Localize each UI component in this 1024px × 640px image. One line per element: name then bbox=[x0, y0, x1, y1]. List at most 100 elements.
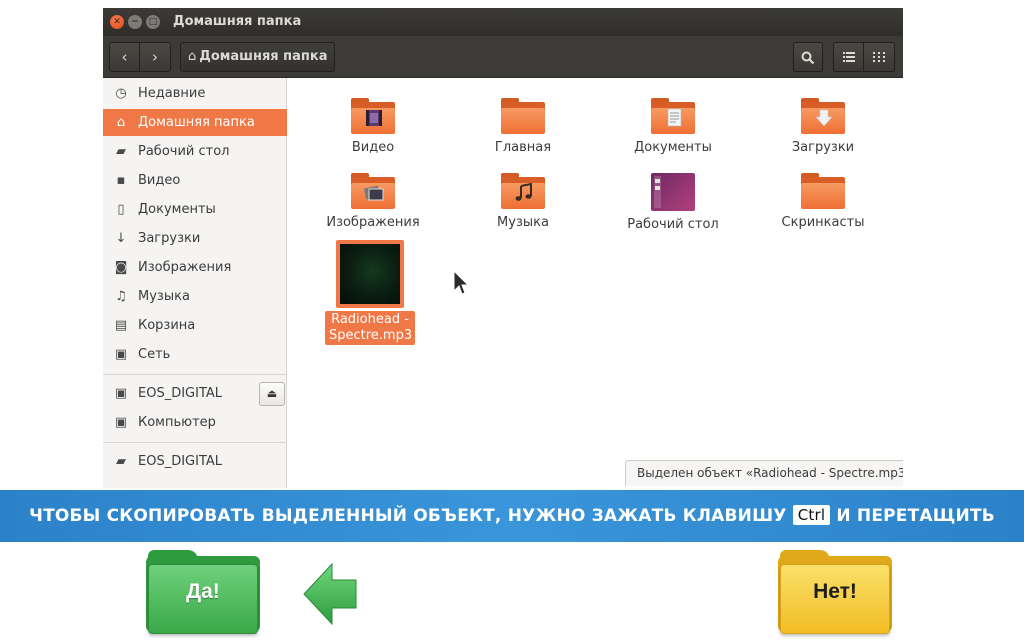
sidebar-item-label: Изображения bbox=[138, 260, 232, 275]
banner-text-after: И ПЕРЕТАЩИТЬ bbox=[836, 506, 995, 526]
file-item-screencasts[interactable]: Скринкасты bbox=[758, 173, 888, 230]
banner-text-before: ЧТОБЫ СКОПИРОВАТЬ ВЫДЕЛЕННЫЙ ОБЪЕКТ, НУЖ… bbox=[29, 506, 787, 526]
yes-answer-button[interactable]: Да! bbox=[146, 550, 260, 634]
folder-icon bbox=[801, 173, 845, 209]
sidebar-item-documents[interactable]: ▯ Документы bbox=[103, 196, 287, 223]
sidebar: ◷ Недавние ⌂ Домашняя папка ▰ Рабочий стол … bbox=[103, 78, 287, 488]
selected-file-item[interactable]: Radiohead - Spectre.mp3 bbox=[325, 240, 415, 345]
breadcrumb-label: Домашняя папка bbox=[199, 49, 328, 64]
file-item-home[interactable]: Главная bbox=[458, 98, 588, 155]
eject-button[interactable]: ⏏ bbox=[259, 382, 285, 406]
file-item-label: Рабочий стол bbox=[627, 217, 719, 232]
search-icon bbox=[801, 51, 815, 65]
drive-icon: ▣ bbox=[114, 386, 128, 401]
camera-icon: ◙ bbox=[114, 260, 128, 275]
no-answer-button[interactable]: Нет! bbox=[778, 550, 892, 634]
pictures-folder-icon bbox=[351, 173, 395, 209]
forward-button[interactable]: › bbox=[140, 42, 171, 72]
sidebar-item-label: EOS_DIGITAL bbox=[138, 386, 223, 401]
list-view-icon bbox=[842, 52, 855, 62]
network-icon: ▣ bbox=[114, 347, 128, 362]
computer-icon: ▣ bbox=[114, 415, 128, 430]
no-answer-label: Нет! bbox=[813, 580, 857, 603]
sidebar-item-label: Домашняя папка bbox=[138, 115, 255, 130]
sidebar-item-recent[interactable]: ◷ Недавние bbox=[103, 80, 287, 107]
home-icon: ⌂ bbox=[188, 49, 197, 64]
home-icon: ⌂ bbox=[116, 115, 126, 130]
file-item-downloads[interactable]: Загрузки bbox=[758, 98, 888, 155]
sidebar-item-video[interactable]: ▪ Видео bbox=[103, 167, 287, 194]
sidebar-item-desktop[interactable]: ▰ Рабочий стол bbox=[103, 138, 287, 165]
grid-view-button[interactable] bbox=[864, 42, 895, 72]
downloads-folder-icon bbox=[801, 98, 845, 134]
left-arrow-icon bbox=[303, 562, 357, 626]
stage: ✕ − □ Домашняя папка ‹ › ⌂ Домашняя папка bbox=[0, 0, 1024, 640]
mouse-cursor-icon bbox=[453, 270, 469, 295]
sidebar-item-home[interactable]: ⌂ Домашняя папка bbox=[103, 109, 287, 136]
instruction-banner: ЧТОБЫ СКОПИРОВАТЬ ВЫДЕЛЕННЫЙ ОБЪЕКТ, НУЖ… bbox=[0, 490, 1024, 542]
trash-icon: ▤ bbox=[114, 318, 128, 333]
status-bar: Выделен объект «Radiohead - Spectre.mp3»… bbox=[625, 460, 903, 486]
eject-icon: ⏏ bbox=[266, 387, 278, 400]
sidebar-divider bbox=[103, 442, 287, 443]
yes-answer-label: Да! bbox=[186, 580, 220, 603]
close-window-button[interactable]: ✕ bbox=[110, 15, 124, 29]
folder-icon bbox=[501, 98, 545, 134]
toolbar: ‹ › ⌂ Домашняя папка bbox=[103, 36, 903, 78]
video-icon: ▪ bbox=[116, 173, 126, 188]
file-item-label: Главная bbox=[494, 140, 552, 155]
folder-icon: ▰ bbox=[116, 454, 126, 469]
sidebar-item-label: EOS_DIGITAL bbox=[138, 454, 223, 469]
file-item-documents[interactable]: Документы bbox=[608, 98, 738, 155]
file-item-label: Скринкасты bbox=[781, 215, 865, 230]
audio-thumbnail bbox=[336, 240, 404, 308]
music-icon: ♫ bbox=[115, 289, 127, 304]
file-view: Видео Главная Документы Загрузки Изображ… bbox=[288, 78, 903, 488]
sidebar-item-label: Документы bbox=[138, 202, 216, 217]
breadcrumb-home[interactable]: ⌂ Домашняя папка bbox=[180, 42, 335, 72]
window-title: Домашняя папка bbox=[173, 14, 302, 29]
file-item-pictures[interactable]: Изображения bbox=[308, 173, 438, 230]
clock-icon: ◷ bbox=[115, 86, 127, 101]
file-item-label: Видео bbox=[351, 140, 395, 155]
file-item-music[interactable]: Музыка bbox=[458, 173, 588, 230]
sidebar-item-music[interactable]: ♫ Музыка bbox=[103, 283, 287, 310]
grid-view-icon bbox=[873, 52, 885, 62]
sidebar-item-label: Загрузки bbox=[138, 231, 201, 246]
sidebar-divider bbox=[103, 374, 287, 375]
sidebar-item-computer[interactable]: ▣ Компьютер bbox=[103, 409, 287, 436]
search-button[interactable] bbox=[793, 42, 823, 72]
sidebar-item-downloads[interactable]: ↓ Загрузки bbox=[103, 225, 287, 252]
minimize-window-button[interactable]: − bbox=[128, 15, 142, 29]
file-item-video[interactable]: Видео bbox=[308, 98, 438, 155]
file-item-label: Музыка bbox=[497, 215, 549, 230]
sidebar-item-label: Компьютер bbox=[138, 415, 216, 430]
sidebar-item-label: Музыка bbox=[138, 289, 190, 304]
ctrl-key-badge: Ctrl bbox=[792, 504, 831, 525]
video-folder-icon bbox=[351, 98, 395, 134]
list-view-button[interactable] bbox=[833, 42, 864, 72]
sidebar-item-label: Видео bbox=[138, 173, 181, 188]
sidebar-item-label: Рабочий стол bbox=[138, 144, 230, 159]
file-item-label: Изображения bbox=[326, 215, 420, 230]
sidebar-item-label: Корзина bbox=[138, 318, 196, 333]
download-icon: ↓ bbox=[115, 231, 127, 246]
documents-folder-icon bbox=[651, 98, 695, 134]
maximize-window-button[interactable]: □ bbox=[146, 15, 160, 29]
sidebar-item-label: Недавние bbox=[138, 86, 206, 101]
sidebar-item-label: Сеть bbox=[138, 347, 171, 362]
back-button[interactable]: ‹ bbox=[109, 42, 140, 72]
sidebar-item-network[interactable]: ▣ Сеть bbox=[103, 341, 287, 368]
file-item-label: Документы bbox=[634, 140, 712, 155]
selected-file-label: Radiohead - Spectre.mp3 bbox=[325, 311, 415, 345]
document-icon: ▯ bbox=[117, 202, 125, 217]
file-item-desktop[interactable]: Рабочий стол bbox=[608, 173, 738, 232]
sidebar-item-pictures[interactable]: ◙ Изображения bbox=[103, 254, 287, 281]
sidebar-item-trash[interactable]: ▤ Корзина bbox=[103, 312, 287, 339]
sidebar-item-eos-digital-network[interactable]: ▰ EOS_DIGITAL bbox=[103, 448, 287, 475]
file-item-label: Загрузки bbox=[791, 140, 855, 155]
music-folder-icon bbox=[501, 173, 545, 209]
titlebar: ✕ − □ Домашняя папка bbox=[103, 8, 903, 36]
folder-icon: ▰ bbox=[116, 144, 126, 159]
desktop-folder-icon bbox=[651, 173, 695, 211]
